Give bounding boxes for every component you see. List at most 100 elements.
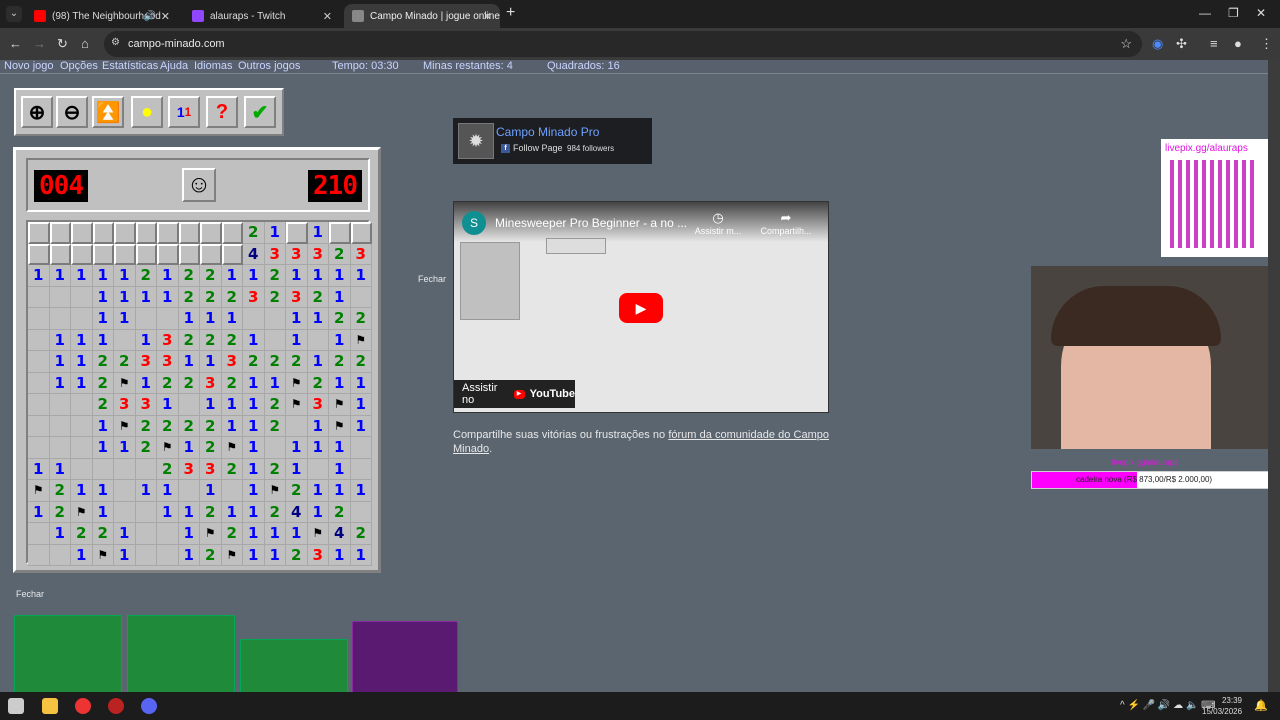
number-cell[interactable]: 2: [329, 308, 351, 330]
number-cell[interactable]: 1: [307, 351, 329, 373]
number-cell[interactable]: 2: [243, 222, 265, 244]
empty-cell[interactable]: [71, 394, 93, 416]
number-cell[interactable]: 2: [307, 372, 329, 394]
number-cell[interactable]: 1: [307, 480, 329, 502]
number-cell[interactable]: 3: [350, 243, 372, 265]
number-cell[interactable]: 1: [114, 523, 136, 545]
number-cell[interactable]: 1: [329, 480, 351, 502]
tab-campo-minado[interactable]: Campo Minado | jogue online g ✕: [344, 4, 500, 28]
flag-icon[interactable]: ⚑: [329, 415, 351, 437]
empty-cell[interactable]: [49, 308, 71, 330]
back-icon[interactable]: ←: [9, 36, 22, 51]
hidden-cell[interactable]: [200, 222, 222, 244]
flag-icon[interactable]: ⚑: [350, 329, 372, 351]
empty-cell[interactable]: [28, 415, 50, 437]
number-cell[interactable]: 1: [286, 329, 308, 351]
notification-icon[interactable]: 🔔: [1254, 699, 1268, 712]
hidden-cell[interactable]: [49, 243, 71, 265]
empty-cell[interactable]: [157, 544, 179, 566]
file-explorer-icon[interactable]: [42, 698, 58, 714]
number-cell[interactable]: 1: [243, 544, 265, 566]
number-cell[interactable]: 1: [243, 458, 265, 480]
tab-search-icon[interactable]: ⌄: [6, 6, 22, 22]
number-cell[interactable]: 1: [221, 501, 243, 523]
number-cell[interactable]: 1: [71, 265, 93, 287]
number-cell[interactable]: 3: [286, 286, 308, 308]
channel-avatar[interactable]: S: [462, 211, 486, 235]
number-cell[interactable]: 2: [200, 286, 222, 308]
empty-cell[interactable]: [221, 480, 243, 502]
number-cell[interactable]: 1: [178, 351, 200, 373]
empty-cell[interactable]: [264, 308, 286, 330]
number-cell[interactable]: 2: [200, 501, 222, 523]
number-cell[interactable]: 1: [71, 372, 93, 394]
number-cell[interactable]: 1: [307, 265, 329, 287]
media-icon[interactable]: ≡: [1210, 36, 1218, 51]
number-cell[interactable]: 2: [264, 394, 286, 416]
number-cell[interactable]: 1: [350, 544, 372, 566]
hidden-cell[interactable]: [71, 243, 93, 265]
close-tab-icon[interactable]: ✕: [323, 10, 332, 23]
number-cell[interactable]: 1: [92, 308, 114, 330]
empty-cell[interactable]: [49, 437, 71, 459]
number-cell[interactable]: 3: [178, 458, 200, 480]
number-cell[interactable]: 2: [264, 265, 286, 287]
empty-cell[interactable]: [264, 437, 286, 459]
number-cell[interactable]: 1: [243, 329, 265, 351]
empty-cell[interactable]: [307, 329, 329, 351]
menu-other-games[interactable]: Outros jogos: [238, 60, 300, 72]
empty-cell[interactable]: [71, 458, 93, 480]
menu-new-game[interactable]: Novo jogo: [4, 60, 54, 72]
number-cell[interactable]: 1: [157, 265, 179, 287]
number-cell[interactable]: 1: [286, 437, 308, 459]
minimize-icon[interactable]: —: [1199, 6, 1211, 20]
number-cell[interactable]: 2: [200, 415, 222, 437]
number-cell[interactable]: 1: [264, 372, 286, 394]
reload-icon[interactable]: ↻: [57, 36, 68, 52]
number-cell[interactable]: 3: [243, 286, 265, 308]
number-cell[interactable]: 2: [200, 437, 222, 459]
hidden-cell[interactable]: [221, 243, 243, 265]
play-icon[interactable]: ▶: [619, 293, 663, 323]
menu-statistics[interactable]: Estatísticas: [102, 60, 158, 72]
number-cell[interactable]: 2: [92, 394, 114, 416]
discord-icon[interactable]: [141, 698, 157, 714]
number-cell[interactable]: 4: [329, 523, 351, 545]
number-cell[interactable]: 1: [114, 265, 136, 287]
number-cell[interactable]: 1: [350, 415, 372, 437]
number-cell[interactable]: 1: [243, 523, 265, 545]
flag-icon[interactable]: ⚑: [264, 480, 286, 502]
empty-cell[interactable]: [28, 286, 50, 308]
number-cell[interactable]: 1: [243, 437, 265, 459]
hidden-cell[interactable]: [71, 222, 93, 244]
number-cell[interactable]: 1: [307, 222, 329, 244]
number-cell[interactable]: 1: [114, 544, 136, 566]
number-cell[interactable]: 2: [264, 286, 286, 308]
empty-cell[interactable]: [114, 458, 136, 480]
hidden-cell[interactable]: [28, 222, 50, 244]
number-cell[interactable]: 2: [157, 458, 179, 480]
fb-follow-button[interactable]: f Follow Page: [501, 143, 563, 153]
flag-icon[interactable]: ⚑: [114, 415, 136, 437]
chevrons-up-icon[interactable]: ⏫: [92, 96, 124, 128]
more-menu-icon[interactable]: ⋮: [1260, 36, 1273, 52]
empty-cell[interactable]: [49, 544, 71, 566]
number-cell[interactable]: 1: [221, 265, 243, 287]
number-cell[interactable]: 1: [135, 372, 157, 394]
number-cell[interactable]: 1: [243, 372, 265, 394]
empty-cell[interactable]: [286, 415, 308, 437]
hidden-cell[interactable]: [157, 222, 179, 244]
menu-options[interactable]: Opções: [60, 60, 98, 72]
empty-cell[interactable]: [49, 286, 71, 308]
number-cell[interactable]: 1: [264, 544, 286, 566]
address-bar[interactable]: ⚙ campo-minado.com ☆: [104, 31, 1142, 57]
number-cell[interactable]: 2: [329, 351, 351, 373]
number-cell[interactable]: 2: [49, 501, 71, 523]
empty-cell[interactable]: [114, 480, 136, 502]
number-cell[interactable]: 2: [92, 372, 114, 394]
number-cell[interactable]: 1: [200, 351, 222, 373]
number-cell[interactable]: 1: [221, 415, 243, 437]
number-cell[interactable]: 3: [307, 544, 329, 566]
number-cell[interactable]: 1: [178, 501, 200, 523]
tab-youtube[interactable]: (98) The Neighbourhood - 🔊 ✕: [26, 4, 178, 28]
